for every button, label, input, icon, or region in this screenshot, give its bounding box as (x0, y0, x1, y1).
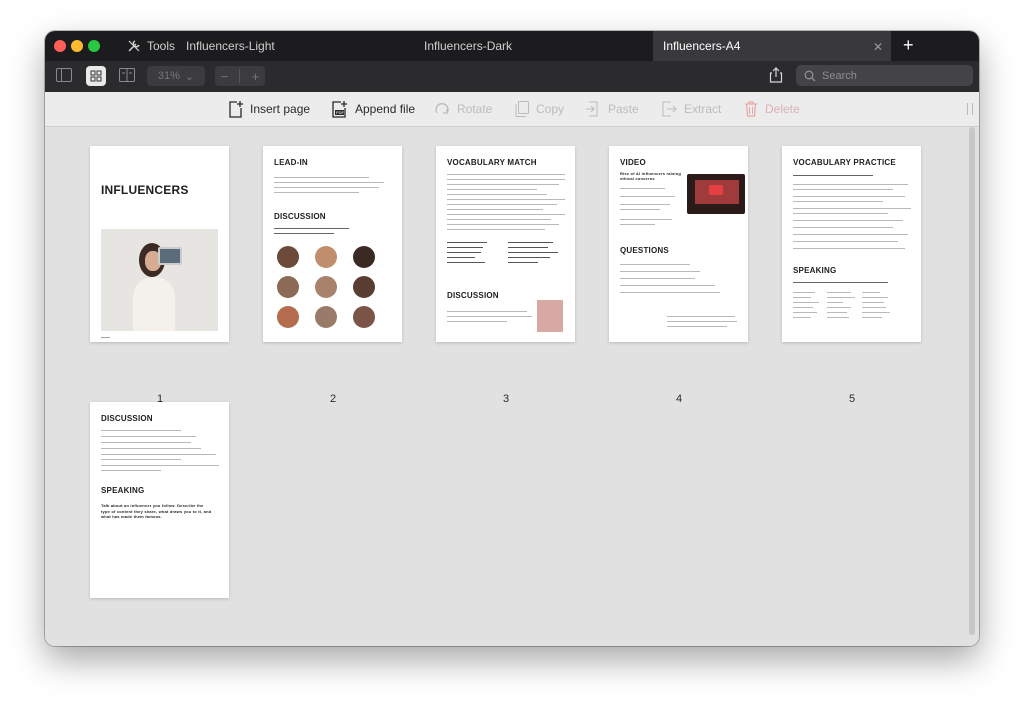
title-bar: Tools Influencers-Light Influencers-Dark… (45, 31, 979, 61)
page-thumbnail-3[interactable]: VOCABULARY MATCH DISCUSSION (436, 146, 575, 342)
grid-icon (90, 70, 102, 82)
chevron-down-icon: ⌄ (184, 70, 195, 83)
tab-influencers-dark[interactable]: Influencers-Dark (424, 31, 512, 61)
page-grid: INFLUENCERS ▬▬▬ 1 LEAD-IN DISCUSSION 2 V… (45, 127, 979, 646)
minimize-window-button[interactable] (71, 40, 83, 52)
page-thumbnail-2[interactable]: LEAD-IN DISCUSSION (263, 146, 402, 342)
rotate-label: Rotate (457, 102, 493, 116)
paste-button[interactable]: Paste (585, 92, 639, 126)
rotate-icon (435, 103, 449, 114)
page-number-2: 2 (329, 393, 337, 405)
zoom-stepper: − + (215, 66, 265, 86)
page-subtitle: Rise of AI influencers raising ethical c… (620, 171, 681, 181)
close-window-button[interactable] (54, 40, 66, 52)
copy-button[interactable]: Copy (515, 92, 564, 126)
insert-page-label: Insert page (250, 102, 311, 116)
zoom-in-button[interactable]: + (252, 69, 260, 84)
zoom-window-button[interactable] (88, 40, 100, 52)
copy-icon (515, 101, 529, 117)
search-placeholder: Search (822, 69, 857, 82)
search-icon (804, 70, 816, 81)
page-number-4: 4 (675, 393, 683, 405)
tab-label: Influencers-A4 (663, 39, 741, 53)
app-window: Tools Influencers-Light Influencers-Dark… (45, 31, 979, 646)
trash-icon (745, 101, 757, 117)
page-view-icon[interactable] (119, 68, 135, 82)
tools-icon (128, 40, 140, 52)
page-footer: ▬▬▬ (101, 335, 110, 339)
insert-page-button[interactable]: Insert page (229, 92, 310, 126)
section-heading: SPEAKING (793, 266, 837, 275)
toolbar: 31% ⌄ − + Search (45, 61, 979, 92)
cover-photo (101, 229, 218, 331)
vertical-scrollbar[interactable] (969, 127, 975, 635)
tools-menu[interactable]: Tools (127, 31, 175, 61)
section-heading: QUESTIONS (620, 246, 669, 255)
grid-view-button[interactable] (86, 66, 106, 86)
page-thumbnail-5[interactable]: VOCABULARY PRACTICE SPEAKING (782, 146, 921, 342)
extract-icon (662, 101, 677, 117)
extract-label: Extract (684, 102, 722, 116)
sidebar-toggle-icon[interactable] (56, 68, 72, 82)
new-tab-button[interactable]: + (903, 35, 914, 56)
page-title: VIDEO (620, 158, 646, 167)
page-actions-bar: Insert page PDF Append file Rotate Copy … (45, 92, 979, 127)
delete-label: Delete (765, 102, 800, 116)
video-thumbnail[interactable] (687, 174, 745, 214)
search-field[interactable]: Search (796, 65, 973, 86)
tab-label: Influencers-Dark (424, 39, 513, 53)
speaking-prompt: Talk about an influencer you follow. Des… (101, 503, 212, 519)
panel-resize-handle[interactable] (967, 103, 973, 115)
page-thumbnail-4[interactable]: VIDEO Rise of AI influencers raising eth… (609, 146, 748, 342)
zoom-select[interactable]: 31% ⌄ (147, 66, 205, 86)
page-thumbnail-6[interactable]: DISCUSSION SPEAKING Talk about an influe… (90, 402, 229, 598)
close-tab-icon[interactable]: ✕ (873, 40, 883, 54)
tab-label: Influencers-Light (186, 39, 275, 53)
append-file-button[interactable]: PDF Append file (332, 92, 415, 126)
paste-label: Paste (608, 102, 639, 116)
rotate-button[interactable]: Rotate (434, 92, 492, 126)
page-thumbnail-1[interactable]: INFLUENCERS ▬▬▬ (90, 146, 229, 342)
extract-button[interactable]: Extract (661, 92, 721, 126)
append-file-label: Append file (355, 102, 416, 116)
share-icon[interactable] (769, 67, 783, 83)
delete-button[interactable]: Delete (744, 92, 800, 126)
page-number-3: 3 (502, 393, 510, 405)
page-title: VOCABULARY PRACTICE (793, 158, 896, 167)
zoom-value: 31% (157, 70, 180, 82)
zoom-out-button[interactable]: − (221, 69, 229, 84)
section-heading: DISCUSSION (274, 212, 326, 221)
page-title: DISCUSSION (101, 414, 153, 423)
svg-text:PDF: PDF (336, 110, 345, 115)
pdf-file-icon: PDF (332, 100, 347, 118)
page-title: VOCABULARY MATCH (447, 158, 537, 167)
page-number-5: 5 (848, 393, 856, 405)
page-title: INFLUENCERS (101, 183, 189, 197)
insert-page-icon (229, 100, 243, 118)
tools-label: Tools (147, 39, 176, 53)
tab-influencers-light[interactable]: Influencers-Light (186, 31, 275, 61)
copy-label: Copy (536, 102, 565, 116)
tab-influencers-a4[interactable]: Influencers-A4 ✕ (653, 31, 891, 61)
section-heading: DISCUSSION (447, 291, 499, 300)
content-photo (537, 300, 563, 332)
page-title: LEAD-IN (274, 158, 308, 167)
paste-icon (586, 101, 598, 117)
section-heading: SPEAKING (101, 486, 145, 495)
